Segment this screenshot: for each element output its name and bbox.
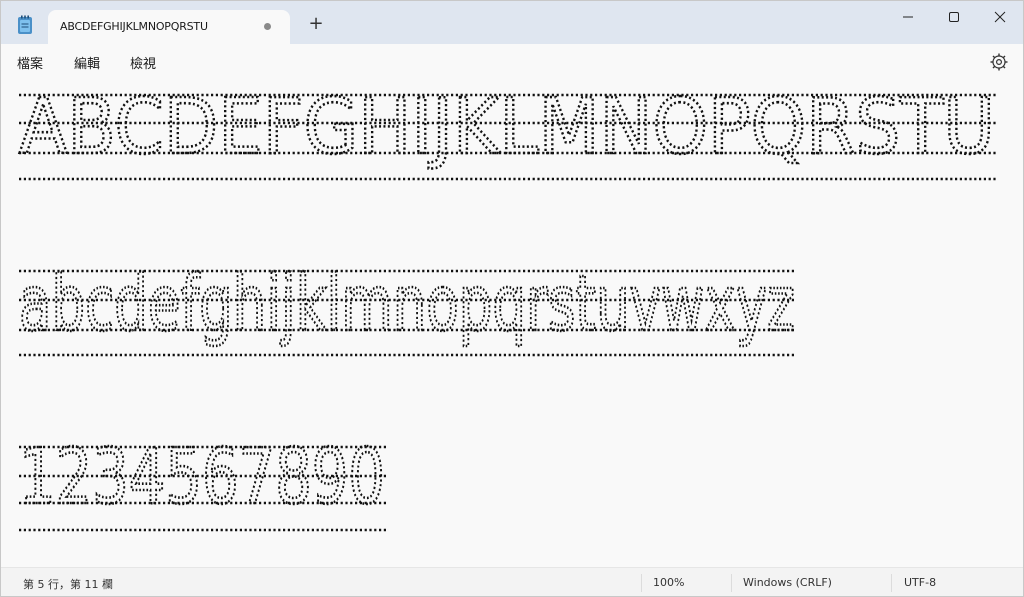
zoom-level[interactable]: 100% (653, 576, 684, 589)
notepad-icon (18, 15, 32, 34)
line-ending[interactable]: Windows (CRLF) (743, 576, 832, 589)
menu-file[interactable]: 檔案 (15, 53, 45, 72)
encoding[interactable]: UTF-8 (904, 576, 936, 589)
status-divider (891, 574, 892, 592)
tab-title: ABCDEFGHIJKLMNOPQRSTU (60, 20, 208, 33)
editor-line-3: 1234567890 (19, 433, 385, 522)
status-bar: 第 5 行，第 11 欄 100% Windows (CRLF) UTF-8 (1, 567, 1023, 596)
editor-line-2: abcdefghijklmnopqrstuvwxyz (19, 260, 795, 349)
tab-document[interactable]: ABCDEFGHIJKLMNOPQRSTU (48, 10, 290, 44)
text-editor[interactable]: ABCDEFGHIJKLMNOPQRSTU abcdefghijklmnopqr… (1, 78, 1023, 567)
gear-icon[interactable] (989, 52, 1009, 72)
menu-view[interactable]: 檢視 (128, 53, 158, 72)
title-bar[interactable]: ABCDEFGHIJKLMNOPQRSTU + (1, 1, 1023, 44)
minimize-button[interactable] (885, 1, 931, 33)
plus-icon[interactable]: + (305, 13, 327, 35)
minimize-icon (903, 16, 913, 18)
cursor-position: 第 5 行，第 11 欄 (23, 578, 113, 591)
menu-bar: 檔案 編輯 檢視 (1, 44, 1023, 78)
maximize-button[interactable] (931, 1, 977, 33)
unsaved-dot-icon[interactable] (264, 23, 271, 30)
maximize-icon (949, 12, 959, 22)
close-button[interactable] (977, 1, 1023, 33)
notepad-window: ABCDEFGHIJKLMNOPQRSTU + 檔案 編輯 檢視 ABCDEFG… (0, 0, 1024, 597)
status-divider (731, 574, 732, 592)
close-icon (994, 11, 1006, 23)
status-divider (641, 574, 642, 592)
editor-line-1: ABCDEFGHIJKLMNOPQRSTU (19, 83, 995, 172)
tracing-content: ABCDEFGHIJKLMNOPQRSTU abcdefghijklmnopqr… (18, 82, 997, 532)
menu-edit[interactable]: 編輯 (72, 53, 102, 72)
